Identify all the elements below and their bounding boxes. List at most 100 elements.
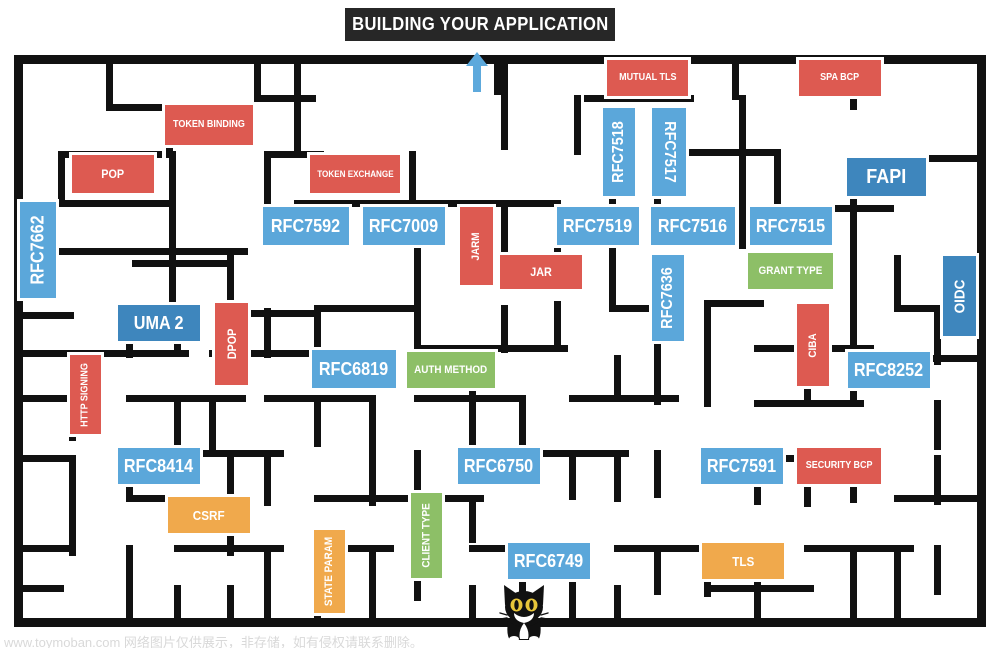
- maze-wall: [209, 395, 216, 455]
- maze-wall: [132, 260, 232, 267]
- maze-wall: [654, 545, 661, 595]
- spec-label-text: RFC7516: [658, 216, 728, 236]
- maze-wall: [501, 55, 508, 150]
- spec-label-text: TOKEN EXCHANGE: [316, 168, 394, 179]
- maze-wall: [369, 450, 376, 506]
- spec-label-http-signing[interactable]: HTTP SIGNING: [70, 355, 101, 434]
- spec-label-text: CIBA: [806, 332, 819, 358]
- maze-wall: [554, 301, 561, 351]
- maze-poster: BUILDING YOUR APPLICATION www.toymoban.c…: [0, 0, 1000, 648]
- maze-wall: [574, 95, 581, 155]
- maze-wall: [264, 450, 271, 506]
- spec-label-uma-2[interactable]: UMA 2: [118, 305, 200, 341]
- spec-label-text: RFC8252: [854, 360, 924, 380]
- spec-label-text: RFC7009: [369, 216, 439, 236]
- spec-label-spa-bcp[interactable]: SPA BCP: [799, 60, 881, 96]
- maze-wall: [14, 350, 189, 357]
- maze-wall: [174, 395, 181, 449]
- spec-label-rfc7662[interactable]: RFC7662: [20, 202, 56, 298]
- spec-label-text: FAPI: [866, 166, 907, 188]
- spec-label-token-exchange[interactable]: TOKEN EXCHANGE: [310, 155, 400, 193]
- spec-label-text: CSRF: [193, 507, 225, 523]
- spec-label-rfc6819[interactable]: RFC6819: [312, 350, 396, 388]
- maze-wall: [774, 149, 781, 211]
- spec-label-text: STATE PARAM: [323, 536, 335, 607]
- maze-wall: [169, 151, 176, 261]
- spec-label-text: OIDC: [951, 279, 968, 313]
- spec-label-rfc7515[interactable]: RFC7515: [750, 207, 832, 245]
- spec-label-rfc8414[interactable]: RFC8414: [118, 448, 200, 484]
- spec-label-text: HTTP SIGNING: [79, 362, 91, 427]
- spec-label-jarm[interactable]: JARM: [460, 207, 493, 285]
- spec-label-auth-method[interactable]: AUTH METHOD: [407, 352, 495, 388]
- maze-wall: [739, 95, 746, 155]
- spec-label-text: RFC6750: [464, 456, 534, 476]
- maze-wall: [569, 395, 679, 402]
- spec-label-rfc7009[interactable]: RFC7009: [363, 207, 445, 245]
- maze-wall: [754, 585, 761, 625]
- spec-label-mutual-tls[interactable]: MUTUAL TLS: [607, 60, 688, 96]
- maze-wall: [14, 545, 74, 552]
- spec-label-rfc7517[interactable]: RFC7517: [652, 108, 686, 196]
- maze-wall: [14, 585, 64, 592]
- spec-label-fapi[interactable]: FAPI: [847, 158, 926, 196]
- spec-label-state-param[interactable]: STATE PARAM: [314, 530, 345, 613]
- maze-wall: [254, 95, 316, 102]
- maze-wall: [934, 545, 941, 595]
- spec-label-pop[interactable]: POP: [72, 155, 154, 193]
- maze-wall: [584, 95, 694, 102]
- maze-wall: [569, 450, 576, 500]
- spec-label-text: POP: [101, 167, 125, 181]
- spec-label-text: SECURITY BCP: [805, 460, 873, 471]
- spec-label-rfc6749[interactable]: RFC6749: [508, 543, 590, 579]
- spec-label-text: AUTH METHOD: [414, 363, 488, 376]
- spec-label-rfc7591[interactable]: RFC7591: [701, 448, 783, 484]
- spec-label-rfc7519[interactable]: RFC7519: [557, 207, 639, 245]
- maze-wall: [519, 395, 526, 447]
- maze-wall: [14, 312, 74, 319]
- spec-label-csrf[interactable]: CSRF: [168, 497, 250, 533]
- maze-wall: [894, 255, 901, 311]
- spec-label-rfc7516[interactable]: RFC7516: [651, 207, 735, 245]
- spec-label-rfc7518[interactable]: RFC7518: [603, 108, 635, 196]
- spec-label-rfc7636[interactable]: RFC7636: [652, 255, 684, 341]
- spec-label-oidc[interactable]: OIDC: [943, 256, 976, 336]
- spec-label-text: UMA 2: [134, 313, 184, 333]
- spec-label-rfc8252[interactable]: RFC8252: [848, 352, 930, 388]
- maze-wall: [106, 55, 113, 111]
- spec-label-text: RFC7515: [756, 216, 826, 236]
- entry-arrow-icon: [466, 52, 488, 92]
- maze-wall: [14, 55, 23, 627]
- maze-wall: [614, 585, 621, 625]
- maze-wall: [494, 55, 501, 95]
- spec-label-token-binding[interactable]: TOKEN BINDING: [165, 105, 253, 145]
- maze-wall: [14, 395, 74, 402]
- spec-label-text: RFC7592: [271, 216, 341, 236]
- maze-wall: [69, 455, 76, 503]
- spec-label-ciba[interactable]: CIBA: [797, 304, 829, 386]
- maze-wall: [850, 255, 857, 353]
- maze-wall: [977, 55, 986, 627]
- maze-wall: [704, 300, 764, 307]
- spec-label-text: JAR: [530, 265, 552, 279]
- spec-label-tls[interactable]: TLS: [702, 543, 784, 579]
- maze-wall: [369, 585, 376, 625]
- spec-label-grant-type[interactable]: GRANT TYPE: [748, 253, 833, 289]
- spec-label-rfc7592[interactable]: RFC7592: [263, 207, 349, 245]
- spec-label-rfc6750[interactable]: RFC6750: [458, 448, 540, 484]
- maze-wall: [934, 455, 941, 505]
- maze-wall: [69, 500, 76, 556]
- spec-label-text: RFC8414: [124, 456, 194, 476]
- title-banner: BUILDING YOUR APPLICATION: [345, 8, 615, 41]
- spec-label-text: DPOP: [224, 328, 239, 360]
- spec-label-client-type[interactable]: CLIENT TYPE: [411, 493, 442, 578]
- maze-wall: [254, 55, 261, 95]
- maze-wall: [704, 355, 711, 407]
- maze-wall: [614, 355, 621, 401]
- spec-label-text: GRANT TYPE: [758, 264, 823, 277]
- maze-wall: [894, 585, 901, 625]
- spec-label-security-bcp[interactable]: SECURITY BCP: [797, 448, 881, 484]
- spec-label-jar[interactable]: JAR: [500, 255, 582, 289]
- maze-wall: [416, 200, 556, 207]
- spec-label-dpop[interactable]: DPOP: [215, 303, 248, 385]
